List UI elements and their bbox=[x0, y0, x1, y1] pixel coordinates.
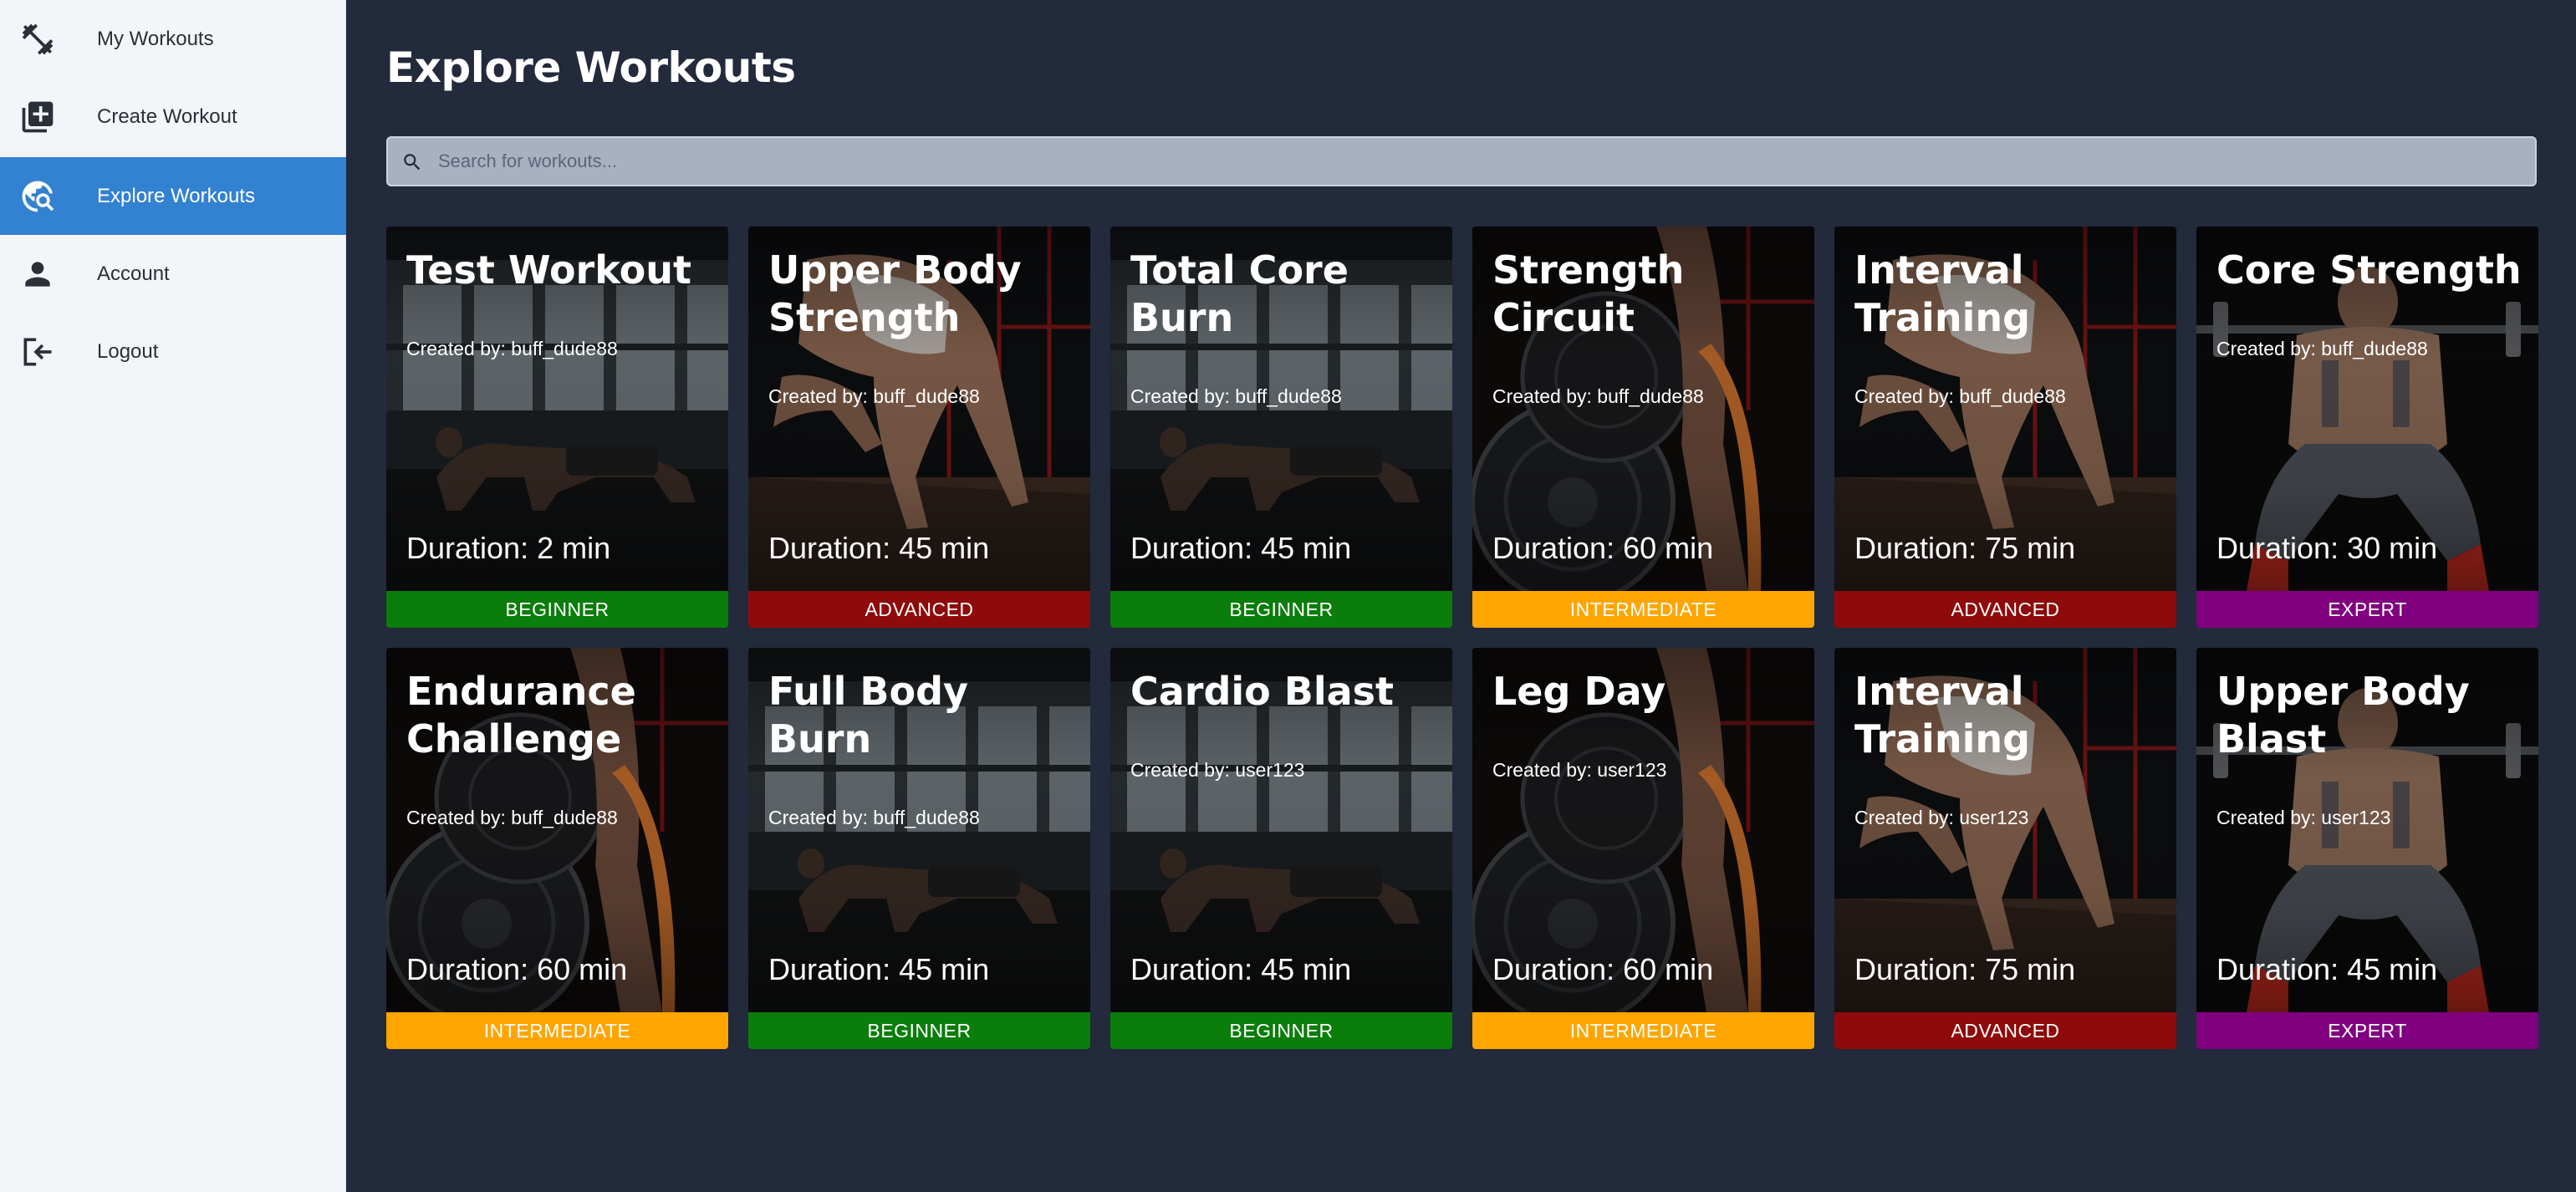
workout-duration: Duration: 30 min bbox=[2216, 531, 2438, 565]
travel-explore-icon bbox=[18, 177, 57, 216]
difficulty-badge: BEGINNER bbox=[1110, 591, 1452, 628]
sidebar-item-explore-workouts[interactable]: Explore Workouts bbox=[0, 157, 346, 235]
sidebar-item-logout[interactable]: Logout bbox=[0, 313, 346, 390]
difficulty-badge: ADVANCED bbox=[1834, 1012, 2176, 1049]
sidebar-item-create-workout[interactable]: Create Workout bbox=[0, 78, 346, 155]
search-icon bbox=[401, 151, 423, 173]
workout-title: Upper Body Blast bbox=[2216, 669, 2470, 762]
workout-creator: Created by: buff_dude88 bbox=[1854, 385, 2066, 407]
workout-duration: Duration: 45 min bbox=[768, 531, 990, 565]
difficulty-badge: BEGINNER bbox=[386, 591, 728, 628]
workout-title: Core Strength bbox=[2216, 247, 2522, 293]
difficulty-badge: INTERMEDIATE bbox=[1472, 591, 1814, 628]
sidebar-item-account[interactable]: Account bbox=[0, 235, 346, 313]
difficulty-badge: INTERMEDIATE bbox=[1472, 1012, 1814, 1049]
workout-creator: Created by: buff_dude88 bbox=[406, 338, 618, 359]
workout-creator: Created by: buff_dude88 bbox=[768, 807, 980, 828]
workout-card[interactable]: Core Strength Created by: buff_dude88 Dura… bbox=[2196, 227, 2538, 628]
workout-card[interactable]: Upper Body Strength Created by: buff_dude… bbox=[748, 227, 1090, 628]
search-bar[interactable] bbox=[386, 136, 2537, 186]
workout-title: Interval Training bbox=[1854, 669, 2031, 762]
workout-card[interactable]: Strength Circuit Created by: buff_dude88 D… bbox=[1472, 227, 1814, 628]
workout-duration: Duration: 45 min bbox=[2216, 952, 2438, 986]
workout-card[interactable]: Leg Day Created by: user123 Duration: 60 m… bbox=[1472, 648, 1814, 1049]
workout-duration: Duration: 45 min bbox=[768, 952, 990, 986]
workout-creator: Created by: buff_dude88 bbox=[2216, 338, 2428, 359]
workout-duration: Duration: 60 min bbox=[1492, 531, 1714, 565]
sidebar-item-my-workouts[interactable]: My Workouts bbox=[0, 0, 346, 78]
workout-duration: Duration: 75 min bbox=[1854, 952, 2076, 986]
workout-creator: Created by: user123 bbox=[1492, 759, 1667, 781]
difficulty-badge: ADVANCED bbox=[1834, 591, 2176, 628]
workout-card[interactable]: Interval Training Created by: buff_dude88… bbox=[1834, 227, 2176, 628]
workout-title: Strength Circuit bbox=[1492, 247, 1685, 340]
sidebar-item-label: Account bbox=[97, 262, 170, 285]
difficulty-badge: ADVANCED bbox=[748, 591, 1090, 628]
workout-title: Leg Day bbox=[1492, 669, 1666, 714]
workout-creator: Created by: user123 bbox=[1854, 807, 2029, 828]
workout-title: Endurance Challenge bbox=[406, 669, 636, 762]
workout-creator: Created by: buff_dude88 bbox=[768, 385, 980, 407]
workout-creator: Created by: buff_dude88 bbox=[1492, 385, 1704, 407]
dumbbell-icon bbox=[18, 20, 57, 59]
sidebar-item-label: Create Workout bbox=[97, 104, 237, 128]
workout-creator: Created by: user123 bbox=[1130, 759, 1305, 781]
workout-card[interactable]: Endurance Challenge Created by: buff_dude… bbox=[386, 648, 728, 1049]
sidebar-item-label: Logout bbox=[97, 339, 159, 363]
workout-grid: Test Workout Created by: buff_dude88 Durat… bbox=[386, 227, 2538, 1049]
workout-title: Upper Body Strength bbox=[768, 247, 1022, 340]
logout-icon bbox=[18, 333, 57, 371]
workout-title: Test Workout bbox=[406, 247, 691, 293]
workout-duration: Duration: 45 min bbox=[1130, 531, 1352, 565]
workout-creator: Created by: user123 bbox=[2216, 807, 2391, 828]
workout-creator: Created by: buff_dude88 bbox=[406, 807, 618, 828]
difficulty-badge: INTERMEDIATE bbox=[386, 1012, 728, 1049]
difficulty-badge: BEGINNER bbox=[748, 1012, 1090, 1049]
workout-card[interactable]: Interval Training Created by: user123 Dura… bbox=[1834, 648, 2176, 1049]
workout-card[interactable]: Test Workout Created by: buff_dude88 Durat… bbox=[386, 227, 728, 628]
difficulty-badge: EXPERT bbox=[2196, 591, 2538, 628]
workout-duration: Duration: 2 min bbox=[406, 531, 611, 565]
sidebar-item-label: My Workouts bbox=[97, 27, 214, 50]
workout-card[interactable]: Upper Body Blast Created by: user123 Durat… bbox=[2196, 648, 2538, 1049]
workout-title: Full Body Burn bbox=[768, 669, 969, 762]
workout-card[interactable]: Cardio Blast Created by: user123 Duration:… bbox=[1110, 648, 1452, 1049]
sidebar-item-label: Explore Workouts bbox=[97, 184, 255, 207]
workout-title: Interval Training bbox=[1854, 247, 2031, 340]
difficulty-badge: EXPERT bbox=[2196, 1012, 2538, 1049]
workout-duration: Duration: 75 min bbox=[1854, 531, 2076, 565]
workout-title: Total Core Burn bbox=[1130, 247, 1349, 340]
workout-title: Cardio Blast bbox=[1130, 669, 1395, 714]
main-content: Explore Workouts Test Workout Created by:… bbox=[346, 0, 2576, 1192]
sidebar: My Workouts Create Workout Explore Worko… bbox=[0, 0, 346, 1192]
workout-creator: Created by: buff_dude88 bbox=[1130, 385, 1342, 407]
difficulty-badge: BEGINNER bbox=[1110, 1012, 1452, 1049]
workout-duration: Duration: 45 min bbox=[1130, 952, 1352, 986]
person-icon bbox=[18, 255, 57, 293]
workout-card[interactable]: Total Core Burn Created by: buff_dude88 Du… bbox=[1110, 227, 1452, 628]
search-input[interactable] bbox=[438, 138, 2520, 185]
page-title: Explore Workouts bbox=[386, 43, 796, 92]
workout-card[interactable]: Full Body Burn Created by: buff_dude88 Dur… bbox=[748, 648, 1090, 1049]
workout-duration: Duration: 60 min bbox=[1492, 952, 1714, 986]
add-box-icon bbox=[18, 98, 57, 136]
workout-duration: Duration: 60 min bbox=[406, 952, 628, 986]
